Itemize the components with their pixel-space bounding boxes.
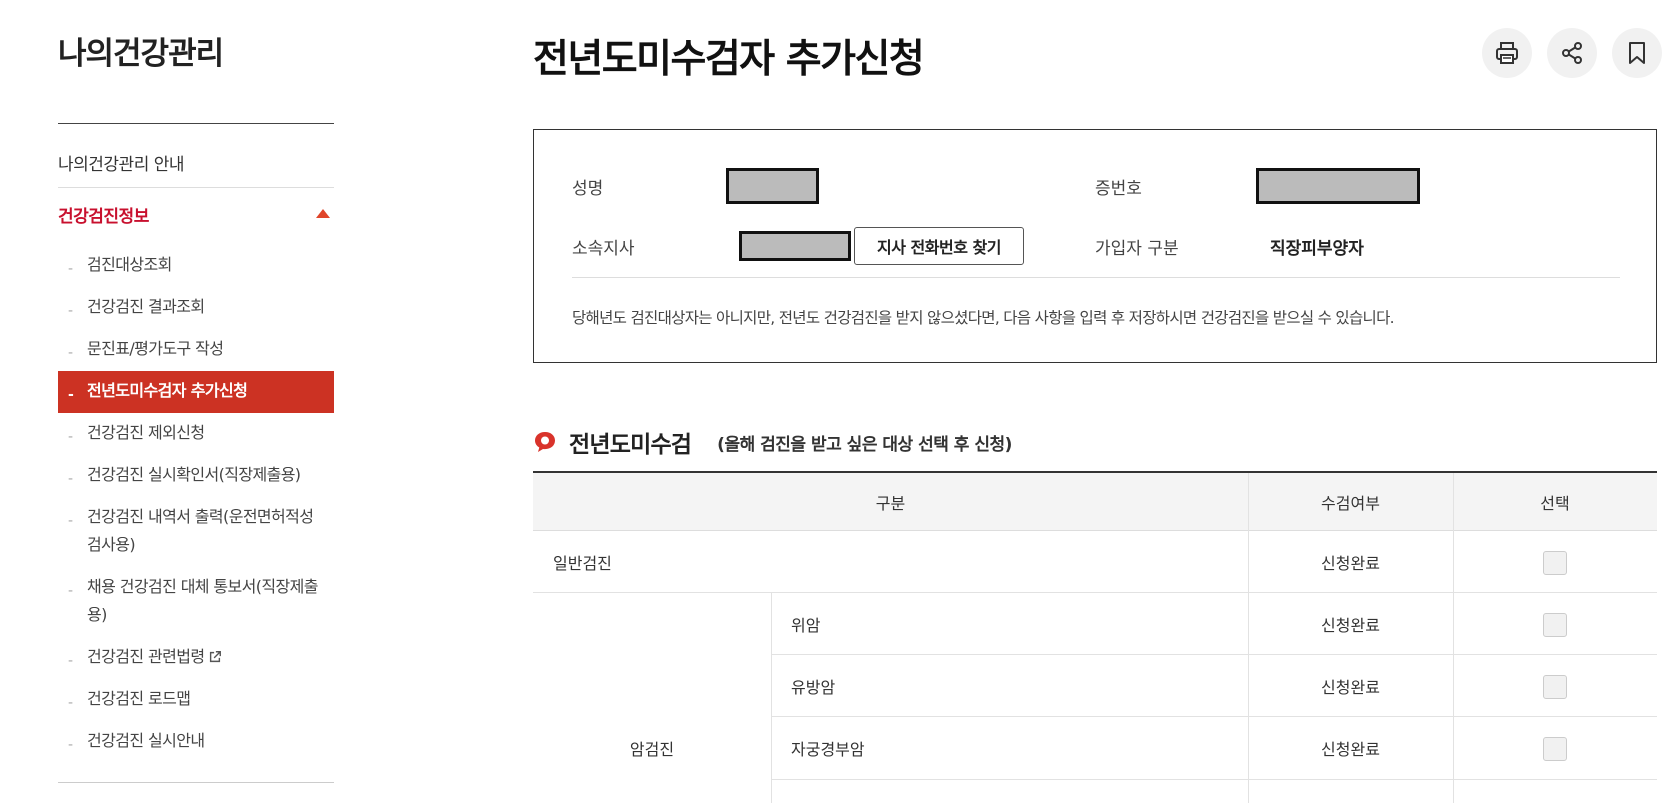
id-label: 증번호 [1095,179,1142,199]
sidebar-item[interactable]: - 건강검진 실시안내 [58,721,334,763]
print-icon [1496,42,1518,64]
branch-label: 소속지사 [572,239,635,259]
sidebar-item[interactable]: - 건강검진 실시확인서(직장제출용) [58,455,334,497]
sidebar-item-intro[interactable]: 나의건강관리 안내 [58,150,334,175]
dash-icon: - [68,653,73,669]
dash-icon: - [68,737,73,753]
sidebar-item[interactable]: - 건강검진 관련법령 [58,637,334,679]
sidebar-item[interactable]: - 건강검진 제외신청 [58,413,334,455]
cancer-group-label: 암검진 [629,740,675,759]
sidebar-item[interactable]: - 검진대상조회 [58,245,334,287]
section-heading: 전년도미수검 (올해 검진을 받고 싶은 대상 선택 후 신청) [533,425,1012,459]
select-checkbox[interactable] [1543,613,1567,637]
sidebar-item-active[interactable]: - 전년도미수검자 추가신청 [58,371,334,413]
sidebar-item-label: 채용 건강검진 대체 통보서(직장제출용) [87,577,319,624]
caret-up-icon [316,209,330,218]
info-divider [572,277,1620,278]
branch-redacted [739,231,851,261]
sidebar-item[interactable]: - 건강검진 내역서 출력(운전면허적성검사용) [58,497,334,567]
row-status: 신청완료 [1321,678,1380,697]
dash-icon: - [68,345,73,361]
sidebar-divider [58,187,334,188]
row-status: 신청완료 [1321,740,1380,759]
section-title: 전년도미수검 [569,432,692,458]
bookmark-icon [1629,42,1645,64]
header-select: 선택 [1540,493,1570,513]
sidebar-item-label: 건강검진 관련법령 [87,647,205,666]
sidebar-section-label: 건강검진정보 [58,207,149,227]
checkup-table: 구분 수검여부 선택 일반검진 신청완료 암검진 위암 신청완료 유방암 신청완… [533,471,1657,803]
sidebar-item-label: 전년도미수검자 추가신청 [87,381,248,400]
section-subtitle: (올해 검진을 받고 싶은 대상 선택 후 신청) [717,434,1012,455]
sidebar-item[interactable]: - 채용 건강검진 대체 통보서(직장제출용) [58,567,334,637]
sidebar-item[interactable]: - 건강검진 로드맵 [58,679,334,721]
sidebar-item[interactable]: - 문진표/평가도구 작성 [58,329,334,371]
row-status: 신청완료 [1321,616,1380,635]
select-checkbox[interactable] [1543,551,1567,575]
sidebar-item-label: 건강검진 실시안내 [87,731,205,750]
row-status: 신청완료 [1321,554,1380,573]
sidebar-divider [58,782,334,783]
page-title: 전년도미수검자 추가신청 [533,37,925,82]
dash-icon: - [68,695,73,711]
column-divider [771,592,772,803]
share-button[interactable] [1547,28,1597,78]
name-label: 성명 [572,179,604,199]
dash-icon: - [68,387,74,403]
find-branch-phone-button[interactable]: 지사 전화번호 찾기 [854,227,1024,265]
dash-icon: - [68,583,73,599]
sidebar-item-label: 검진대상조회 [87,255,172,274]
external-link-icon [210,651,222,663]
sidebar-submenu: - 검진대상조회 - 건강검진 결과조회 - 문진표/평가도구 작성 - 전년도미수검자… [58,245,334,763]
name-redacted [726,168,819,204]
column-divider [1453,473,1454,803]
share-icon [1562,42,1582,64]
row-item: 유방암 [791,678,836,697]
member-type-label: 가입자 구분 [1095,239,1179,259]
sidebar-divider [58,123,334,124]
print-button[interactable] [1482,28,1532,78]
id-redacted [1256,168,1420,204]
dash-icon: - [68,471,73,487]
sidebar-title: 나의건강관리 [58,36,224,72]
sidebar-item-label: 건강검진 내역서 출력(운전면허적성검사용) [87,507,314,554]
dash-icon: - [68,303,73,319]
select-checkbox[interactable] [1543,675,1567,699]
header-status: 수검여부 [1321,493,1380,513]
select-checkbox[interactable] [1543,737,1567,761]
row-item: 위암 [791,616,821,635]
speech-bubble-icon [535,432,555,452]
sidebar-item-label: 건강검진 결과조회 [87,297,205,316]
sidebar-item-label: 건강검진 로드맵 [87,689,191,708]
header-category: 구분 [875,493,906,513]
notice-text: 당해년도 검진대상자는 아니지만, 전년도 건강검진을 받지 않으셨다면, 다음… [572,309,1395,327]
member-info-box: 성명 증번호 소속지사 지사 전화번호 찾기 가입자 구분 직장피부양자 당해년… [533,129,1657,363]
bookmark-button[interactable] [1612,28,1662,78]
member-type-value: 직장피부양자 [1270,239,1364,259]
sidebar-item-label: 건강검진 제외신청 [87,423,205,442]
sidebar-item-label: 건강검진 실시확인서(직장제출용) [87,465,301,484]
dash-icon: - [68,261,73,277]
dash-icon: - [68,513,73,529]
sidebar-section-checkup-info[interactable]: 건강검진정보 [58,202,334,227]
row-item: 자궁경부암 [791,740,865,759]
row-divider [771,779,1657,780]
sidebar-item[interactable]: - 건강검진 결과조회 [58,287,334,329]
row-category: 일반검진 [553,554,612,573]
dash-icon: - [68,429,73,445]
sidebar-item-label: 문진표/평가도구 작성 [87,339,224,358]
